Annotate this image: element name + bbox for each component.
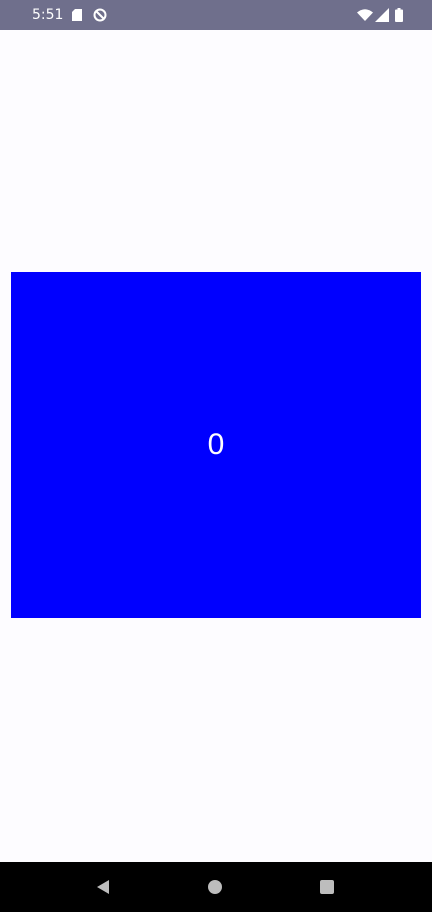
navigation-bar — [0, 862, 432, 912]
signal-icon — [375, 8, 389, 22]
home-icon[interactable] — [208, 880, 222, 894]
status-bar: 5:51 — [0, 0, 432, 30]
sd-card-icon — [72, 9, 82, 21]
wifi-icon — [357, 9, 373, 21]
recents-icon[interactable] — [320, 880, 334, 894]
battery-icon — [395, 8, 403, 22]
status-time: 5:51 — [32, 7, 64, 23]
counter-value: 0 — [207, 428, 225, 461]
back-icon[interactable] — [96, 879, 110, 895]
counter-panel[interactable]: 0 — [11, 272, 421, 618]
do-not-disturb-icon — [93, 8, 107, 22]
app-content: 0 — [0, 30, 432, 862]
